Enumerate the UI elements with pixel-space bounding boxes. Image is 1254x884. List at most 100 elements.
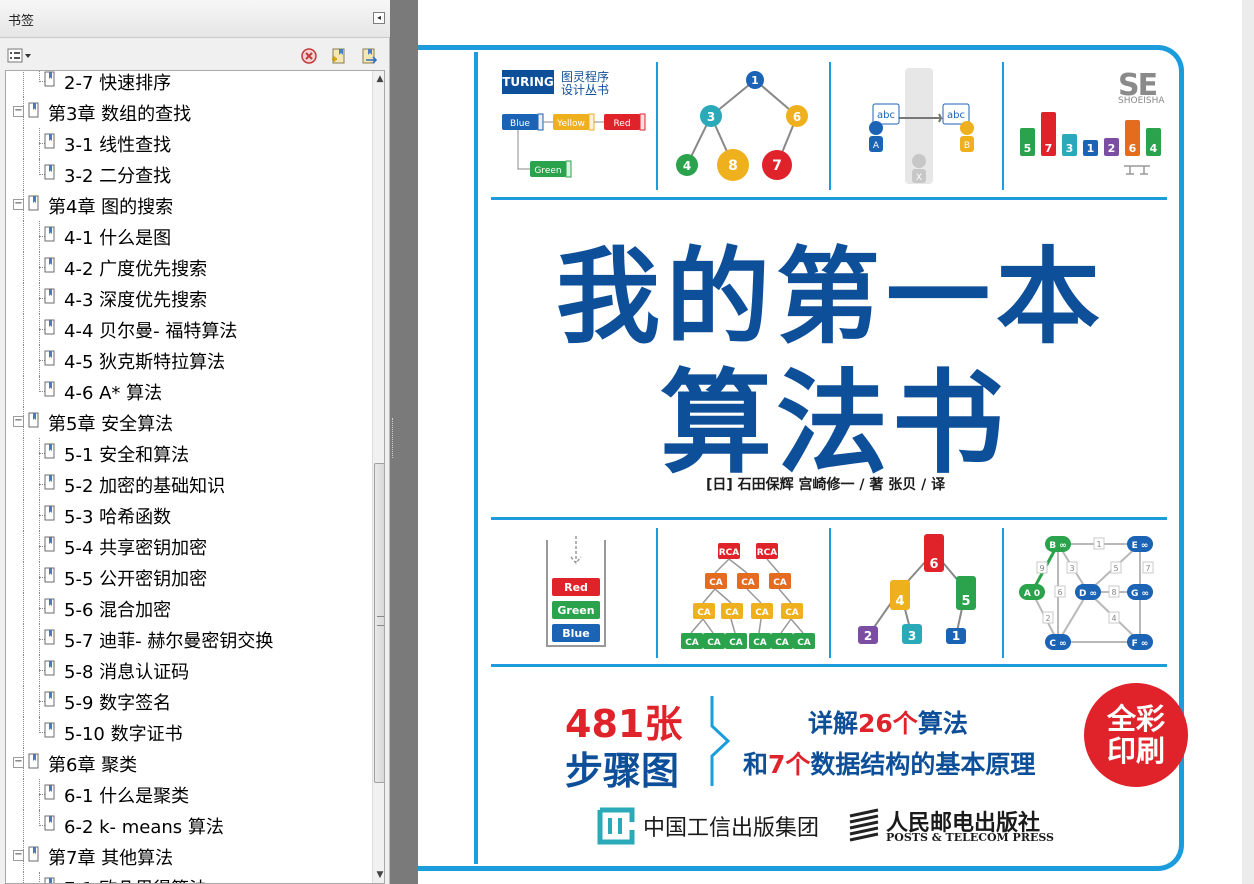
bookmark-item[interactable]: 5-1 安全和算法 xyxy=(6,438,368,469)
scroll-up-arrow[interactable]: ▲ xyxy=(373,71,384,87)
bookmark-item[interactable]: 6-1 什么是聚类 xyxy=(6,779,368,810)
tree-line xyxy=(23,376,24,407)
expand-collapse-toggle[interactable]: − xyxy=(13,416,24,427)
tree-node: 3 xyxy=(707,110,715,124)
bookmark-item[interactable]: 3-2 二分查找 xyxy=(6,159,368,190)
bookmark-icon xyxy=(44,443,55,459)
bookmark-item[interactable]: 5-3 哈希函数 xyxy=(6,500,368,531)
bookmark-item[interactable]: 5-5 公开密钥加密 xyxy=(6,562,368,593)
expand-collapse-toggle[interactable]: − xyxy=(13,199,24,210)
bookmark-item[interactable]: 3-1 线性查找 xyxy=(6,128,368,159)
cert-node-label: CA xyxy=(797,638,811,648)
person-a: A xyxy=(873,141,880,151)
bookmark-item[interactable]: 4-3 深度优先搜索 xyxy=(6,283,368,314)
bookmark-label: 第5章 安全算法 xyxy=(48,414,174,435)
bookmarks-header: 书签 ◂ xyxy=(0,0,390,38)
bookmark-icon xyxy=(44,288,55,304)
bookmark-tree: 2-7 快速排序 − 第3章 数组的查找 3-1 线性查找 3-2 二分查找 − 第4章 图… xyxy=(5,70,385,884)
bookmark-icon xyxy=(44,133,55,149)
options-menu-button[interactable] xyxy=(6,46,34,66)
panel-splitter[interactable] xyxy=(390,0,418,884)
bookmark-properties-button[interactable] xyxy=(358,46,380,66)
expand-collapse-toggle[interactable]: − xyxy=(13,757,24,768)
tree-line xyxy=(39,810,40,826)
bookmark-icon xyxy=(44,164,55,180)
bookmark-item[interactable]: 4-5 狄克斯特拉算法 xyxy=(6,345,368,376)
new-bookmark-icon xyxy=(332,48,345,64)
scroll-down-arrow[interactable]: ▼ xyxy=(373,867,384,883)
bookmark-chapter[interactable]: − 第3章 数组的查找 xyxy=(6,97,368,128)
tree-line xyxy=(23,438,24,469)
bookmark-item[interactable]: 4-4 贝尔曼- 福特算法 xyxy=(6,314,368,345)
bookmark-item[interactable]: 4-6 A* 算法 xyxy=(6,376,368,407)
sort-bar-label: 4 xyxy=(1150,142,1158,155)
cert-node-label: CA xyxy=(773,578,787,588)
bookmark-item[interactable]: 5-7 迪菲- 赫尔曼密钥交换 xyxy=(6,624,368,655)
scrollbar[interactable]: ▲ ▼ xyxy=(372,71,384,883)
cover-spine-band xyxy=(418,52,478,864)
person-b: B xyxy=(964,141,970,151)
bookmark-icon xyxy=(44,598,55,614)
bookmark-item[interactable]: 5-10 数字证书 xyxy=(6,717,368,748)
person-x: X xyxy=(916,173,922,183)
pdf-reader-window: 书签 ◂ 2-7 快速排序 − 第3章 数组的查找 3-1 线性查找 3-2 二分查找 −… xyxy=(0,0,1254,884)
graph-node-label: D ∞ xyxy=(1079,589,1097,599)
ptpress-logo-icon xyxy=(849,808,879,842)
bookmark-label: 5-1 安全和算法 xyxy=(64,445,190,466)
bookmark-item[interactable]: 5-2 加密的基础知识 xyxy=(6,469,368,500)
tree-line xyxy=(39,376,40,392)
scroll-thumb[interactable] xyxy=(374,463,384,783)
bookmark-label: 5-5 公开密钥加密 xyxy=(64,569,208,590)
bookmark-item[interactable]: 5-9 数字签名 xyxy=(6,686,368,717)
bookmark-item[interactable]: 4-2 广度优先搜索 xyxy=(6,252,368,283)
delete-bookmark-button[interactable] xyxy=(298,46,320,66)
bookmark-item[interactable]: 7-1 欧几里得算法 xyxy=(6,872,368,883)
bookmark-chapter[interactable]: − 第6章 聚类 xyxy=(6,748,368,779)
certificate-tree-illustration: RCA RCA CA CA CA CA CA CA CA CA CA CA CA CA CA xyxy=(681,543,815,649)
tree-line xyxy=(23,500,24,531)
bookmark-icon xyxy=(44,567,55,583)
bookmark-item[interactable]: 4-1 什么是图 xyxy=(6,221,368,252)
title-char: 我 xyxy=(556,236,661,358)
collapse-panel-button[interactable]: ◂ xyxy=(373,12,385,24)
expand-collapse-toggle[interactable]: − xyxy=(13,850,24,861)
sort-bars-illustration: 5731264 xyxy=(1020,112,1161,175)
badge-line-1: 全彩 xyxy=(1106,702,1165,736)
list-node-blue: Blue xyxy=(510,119,530,129)
detail2-post: 数据结构的基本原理 xyxy=(810,750,1036,779)
detail1-pre: 详解 xyxy=(808,709,859,738)
bookmark-label: 3-1 线性查找 xyxy=(64,135,172,156)
new-bookmark-button[interactable] xyxy=(328,46,350,66)
tree-line xyxy=(23,872,24,883)
linked-list-illustration: Blue Yellow Red Green xyxy=(502,113,646,178)
sort-bar-label: 5 xyxy=(1024,142,1032,155)
tree-line xyxy=(23,283,24,314)
tree-line xyxy=(23,717,24,748)
edge-weight: 1 xyxy=(1096,540,1101,549)
stack-illustration: Red Green Blue xyxy=(546,536,606,647)
bookmark-item[interactable]: 5-8 消息认证码 xyxy=(6,655,368,686)
edge-weight: 6 xyxy=(1057,588,1062,597)
tree-line xyxy=(23,71,24,97)
bookmark-chapter[interactable]: − 第7章 其他算法 xyxy=(6,841,368,872)
bookmark-label: 4-1 什么是图 xyxy=(64,228,172,249)
stack-item: Green xyxy=(557,604,594,617)
bookmark-chapter[interactable]: − 第4章 图的搜索 xyxy=(6,190,368,221)
graph-nodes: 1 9 3 5 7 6 8 4 2 B ∞ E ∞ A 0 D ∞ G ∞ C ∞ F ∞ xyxy=(1019,536,1154,650)
cert-node-label: CA xyxy=(707,638,721,648)
bookmark-chapter[interactable]: − 第5章 安全算法 xyxy=(6,407,368,438)
bookmark-label: 6-1 什么是聚类 xyxy=(64,786,190,807)
tree-node: 6 xyxy=(793,110,801,124)
bookmark-icon xyxy=(44,257,55,273)
bookmark-icon xyxy=(44,722,55,738)
bookmark-label: 第4章 图的搜索 xyxy=(48,197,174,218)
bookmark-label: 5-3 哈希函数 xyxy=(64,507,172,528)
bookmark-item[interactable]: 5-4 共享密钥加密 xyxy=(6,531,368,562)
bookmark-item[interactable]: 5-6 混合加密 xyxy=(6,593,368,624)
heap-node: 1 xyxy=(952,629,960,643)
bookmark-item[interactable]: 2-7 快速排序 xyxy=(6,71,368,97)
bookmark-item[interactable]: 6-2 k- means 算法 xyxy=(6,810,368,841)
expand-collapse-toggle[interactable]: − xyxy=(13,106,24,117)
cert-node-label: RCA xyxy=(719,548,740,558)
delete-icon xyxy=(301,48,317,64)
